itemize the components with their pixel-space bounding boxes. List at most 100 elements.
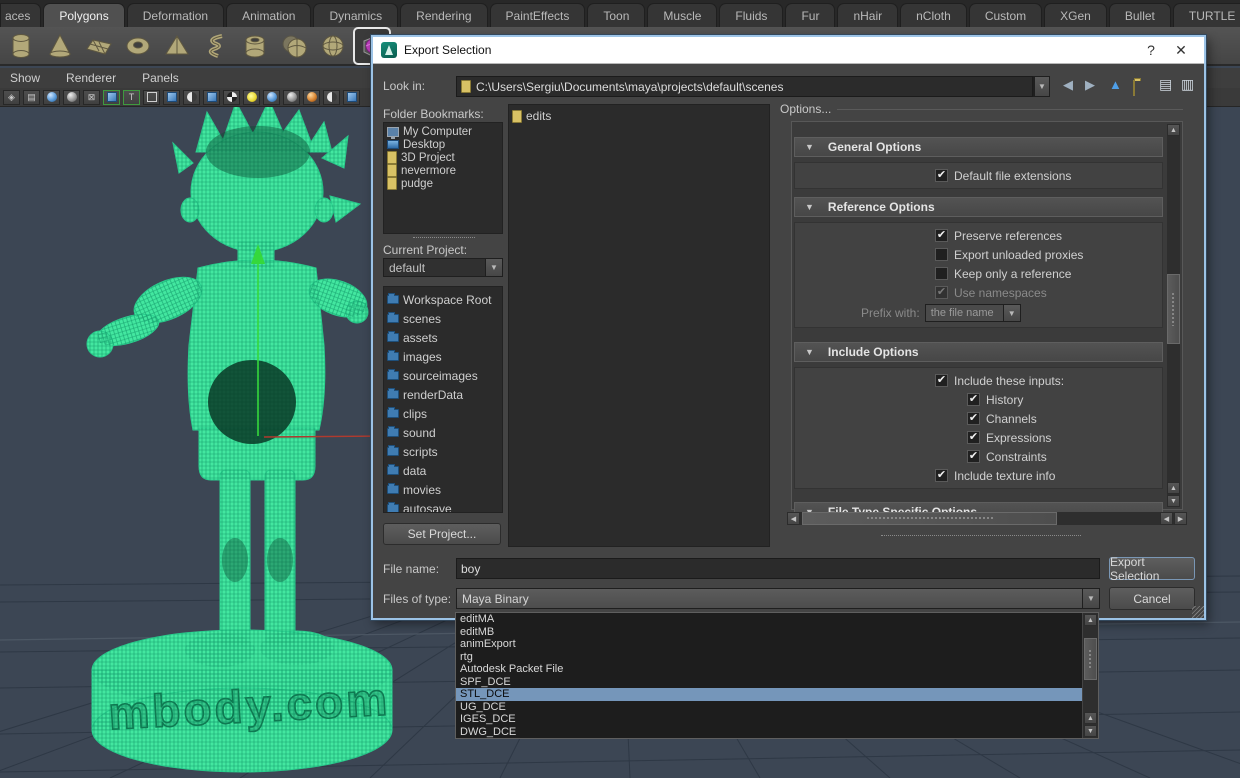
help-button[interactable]: ? xyxy=(1136,42,1166,58)
new-folder-icon[interactable] xyxy=(1133,80,1135,96)
tab-turtle[interactable]: TURTLE xyxy=(1173,3,1240,27)
cancel-button[interactable]: Cancel xyxy=(1109,587,1195,610)
lighting-icon[interactable] xyxy=(243,90,260,105)
detail-view-icon[interactable]: ▥ xyxy=(1181,76,1194,93)
wire-on-shaded-icon[interactable] xyxy=(203,90,220,105)
checkbox-unchecked[interactable] xyxy=(935,248,948,261)
workspace-item[interactable]: sourceimages xyxy=(384,366,502,385)
look-in-dropdown-button[interactable]: ▼ xyxy=(1033,76,1050,97)
checkbox-checked[interactable]: ✔ xyxy=(935,169,948,182)
ao-icon[interactable] xyxy=(303,90,320,105)
export-selection-button[interactable]: Export Selection xyxy=(1109,557,1195,580)
polygon-cone-icon[interactable] xyxy=(43,29,77,63)
option-expressions[interactable]: ✔ Expressions xyxy=(795,428,1162,447)
checkbox-checked[interactable]: ✔ xyxy=(967,431,980,444)
tab-fluids[interactable]: Fluids xyxy=(719,3,783,27)
options-vertical-scrollbar[interactable]: ▲ ▲ ▼ xyxy=(1167,124,1180,507)
gate-mask-icon[interactable] xyxy=(63,90,80,105)
bookmark-desktop[interactable]: Desktop xyxy=(384,138,502,151)
scroll-up-icon[interactable]: ▲ xyxy=(1167,124,1180,136)
checkbox-checked[interactable]: ✔ xyxy=(967,412,980,425)
workspace-item[interactable]: assets xyxy=(384,328,502,347)
scrollbar-thumb[interactable] xyxy=(1167,274,1180,344)
workspace-item[interactable]: autosave xyxy=(384,499,502,513)
tab-deformation[interactable]: Deformation xyxy=(127,3,224,27)
tab-bullet[interactable]: Bullet xyxy=(1109,3,1171,27)
tab-fur[interactable]: Fur xyxy=(785,3,835,27)
type-option-animexport[interactable]: animExport xyxy=(456,638,1082,651)
polygon-sphere-icon[interactable] xyxy=(316,29,350,63)
scroll-up-icon[interactable]: ▲ xyxy=(1084,712,1097,724)
scrollbar-thumb[interactable] xyxy=(802,512,1057,525)
workspace-item[interactable]: renderData xyxy=(384,385,502,404)
forward-icon[interactable]: ▶ xyxy=(1085,77,1095,93)
look-in-path-field[interactable]: C:\Users\Sergiu\Documents\maya\projects\… xyxy=(456,76,1033,97)
bookmark-my-computer[interactable]: My Computer xyxy=(384,125,502,138)
tab-painteffects[interactable]: PaintEffects xyxy=(490,3,586,27)
checker-material-icon[interactable] xyxy=(223,90,240,105)
option-keep-only-a-reference[interactable]: Keep only a reference xyxy=(795,264,1162,283)
scroll-up-icon[interactable]: ▲ xyxy=(1167,482,1180,494)
wireframe-icon[interactable] xyxy=(143,90,160,105)
scroll-left-icon[interactable]: ◀ xyxy=(1160,512,1173,525)
tab-dynamics[interactable]: Dynamics xyxy=(313,3,398,27)
field-chart-icon[interactable]: ⊠ xyxy=(83,90,100,105)
type-option-iges-dce[interactable]: IGES_DCE xyxy=(456,713,1082,726)
menu-panels[interactable]: Panels xyxy=(142,71,179,85)
checkbox-unchecked[interactable] xyxy=(935,267,948,280)
tab-animation[interactable]: Animation xyxy=(226,3,311,27)
type-option-rtg[interactable]: rtg xyxy=(456,651,1082,664)
options-horizontal-scrollbar[interactable]: ◀ ◀ ▶ xyxy=(787,512,1187,525)
workspace-item[interactable]: clips xyxy=(384,404,502,423)
type-option-editmb[interactable]: editMB xyxy=(456,626,1082,639)
bookmark-3d-project[interactable]: 3D Project xyxy=(384,151,502,164)
current-project-combo[interactable]: default ▼ xyxy=(383,258,503,277)
shadows-icon[interactable] xyxy=(283,90,300,105)
checkbox-checked[interactable]: ✔ xyxy=(967,450,980,463)
list-view-icon[interactable]: ▤ xyxy=(1159,76,1172,93)
checkbox-checked[interactable]: ✔ xyxy=(967,393,980,406)
section-reference-options[interactable]: ▼ Reference Options xyxy=(794,197,1163,217)
folder-bookmarks-list[interactable]: My Computer Desktop 3D Project nevermore… xyxy=(383,122,503,234)
option-default-file-extensions[interactable]: ✔ Default file extensions xyxy=(795,166,1162,185)
workspace-item[interactable]: Workspace Root xyxy=(384,290,502,309)
tab-nhair[interactable]: nHair xyxy=(837,3,898,27)
resolution-gate-icon[interactable] xyxy=(43,90,60,105)
panel-splitter-handle[interactable] xyxy=(881,535,1081,536)
section-general-options[interactable]: ▼ General Options xyxy=(794,137,1163,157)
menu-show[interactable]: Show xyxy=(10,71,40,85)
polygon-sphere-projected-icon[interactable] xyxy=(277,29,311,63)
scroll-right-icon[interactable]: ▶ xyxy=(1174,512,1187,525)
scroll-up-icon[interactable]: ▲ xyxy=(1084,614,1097,626)
option-preserve-references[interactable]: ✔ Preserve references xyxy=(795,226,1162,245)
option-channels[interactable]: ✔ Channels xyxy=(795,409,1162,428)
safe-action-icon[interactable] xyxy=(103,90,120,105)
file-item-edits[interactable]: edits xyxy=(509,108,769,124)
option-include-these-inputs[interactable]: ✔ Include these inputs: xyxy=(795,371,1162,390)
option-constraints[interactable]: ✔ Constraints xyxy=(795,447,1162,466)
polygon-helix-icon[interactable] xyxy=(199,29,233,63)
menu-renderer[interactable]: Renderer xyxy=(66,71,116,85)
workspace-item[interactable]: images xyxy=(384,347,502,366)
tab-custom[interactable]: Custom xyxy=(969,3,1042,27)
file-browser-list[interactable]: edits xyxy=(508,104,770,547)
type-option-autodesk-packet-file[interactable]: Autodesk Packet File xyxy=(456,663,1082,676)
files-of-type-combo[interactable]: Maya Binary ▼ xyxy=(456,588,1100,609)
workspace-item[interactable]: scripts xyxy=(384,442,502,461)
safe-title-icon[interactable]: T xyxy=(123,90,140,105)
polygon-torus-icon[interactable] xyxy=(121,29,155,63)
shaded-icon[interactable] xyxy=(163,90,180,105)
type-option-ug-dce[interactable]: UG_DCE xyxy=(456,701,1082,714)
option-include-texture-info[interactable]: ✔ Include texture info xyxy=(795,466,1162,485)
scrollbar-thumb[interactable] xyxy=(1084,638,1097,680)
polygon-cylinder-icon[interactable] xyxy=(4,29,38,63)
checkbox-checked[interactable]: ✔ xyxy=(935,374,948,387)
isolate-select-icon[interactable] xyxy=(343,90,360,105)
wireframe-boy-model[interactable]: mbody.com xyxy=(87,107,392,772)
textured-icon[interactable] xyxy=(183,90,200,105)
resize-grip[interactable] xyxy=(1192,606,1204,618)
tab-xgen[interactable]: XGen xyxy=(1044,3,1107,27)
scroll-down-icon[interactable]: ▼ xyxy=(1084,725,1097,737)
set-project-button[interactable]: Set Project... xyxy=(383,523,501,545)
scroll-down-icon[interactable]: ▼ xyxy=(1167,495,1180,507)
